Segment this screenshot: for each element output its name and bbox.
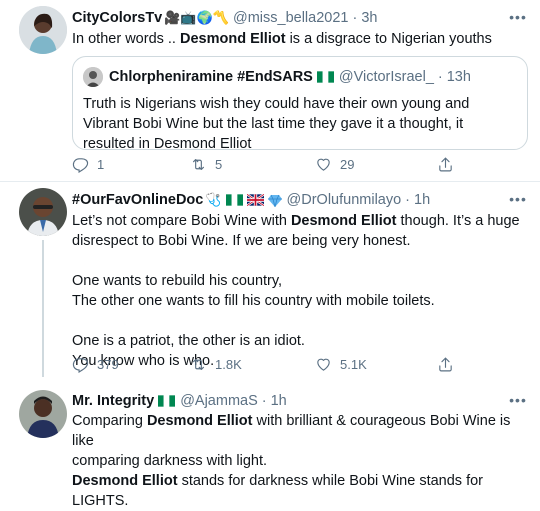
share-button[interactable] (437, 156, 462, 173)
diamond-icon (267, 194, 282, 207)
text-line: disrespect to Bobi Wine. If we are being… (72, 233, 411, 249)
tweet-header: CityColorsTv 🎥📺🌍〽️ @miss_bella2021 · 3h (72, 8, 377, 28)
share-icon (439, 157, 452, 172)
nigeria-flag-icon (225, 194, 243, 206)
like-button[interactable]: 29 (315, 156, 354, 173)
text-segment: though. It’s a huge (396, 213, 520, 229)
separator-dot: · (261, 393, 267, 409)
separator-dot: · (405, 192, 411, 208)
quote-handle: @VictorIsrael_ (338, 69, 434, 85)
user-handle[interactable]: @miss_bella2021 (233, 10, 348, 26)
tweet-text: In other words .. Desmond Elliot is a di… (72, 29, 527, 49)
like-count: 29 (340, 157, 355, 172)
reply-count: 379 (97, 357, 119, 372)
retweet-count: 1.8K (215, 357, 242, 372)
name-emojis: 🎥📺🌍〽️ (164, 10, 229, 25)
text-line: One wants to rebuild his country, (72, 273, 283, 289)
text-line: Let’s not compare Bobi Wine with Desmond… (72, 211, 527, 231)
avatar-image (19, 6, 67, 54)
quote-text: Truth is Nigerians wish they could have … (83, 96, 470, 152)
reply-button[interactable]: 379 (72, 356, 119, 373)
text-line: Desmond Elliot stands for darkness while… (72, 471, 527, 511)
retweet-icon (192, 358, 205, 371)
reply-icon (72, 358, 89, 373)
text-segment-bold: Desmond Elliot (180, 31, 286, 47)
text-segment: Comparing (72, 413, 147, 429)
text-line: The other one wants to fill his country … (72, 293, 435, 309)
avatar-image (19, 188, 67, 236)
like-count: 5.1K (340, 357, 367, 372)
tweet-actions: 1 5 29 (72, 156, 527, 174)
quoted-tweet[interactable]: Chlorpheniramine #EndSARS @VictorIsrael_… (72, 56, 528, 152)
text-segment: is a disgrace to Nigerian youths (285, 31, 492, 47)
display-name[interactable]: Mr. Integrity (72, 393, 154, 409)
tweet-1[interactable]: CityColorsTv 🎥📺🌍〽️ @miss_bella2021 · 3h … (0, 0, 540, 180)
like-button[interactable]: 5.1K (315, 356, 367, 373)
retweet-button[interactable]: 5 (190, 156, 222, 173)
uk-flag-icon (246, 194, 264, 206)
separator-dot: · (352, 10, 358, 26)
reply-count: 1 (97, 157, 105, 172)
text-line: Comparing Desmond Elliot with brilliant … (72, 411, 527, 451)
stethoscope-emoji: 🩺 (205, 192, 222, 207)
user-handle[interactable]: @AjammaS (180, 393, 258, 409)
like-icon (317, 158, 330, 171)
tweet-2[interactable]: #OurFavOnlineDoc 🩺 @DrOlufunmilayo · 1h … (0, 182, 540, 377)
timestamp[interactable]: 1h (414, 192, 430, 208)
separator-dot: · (437, 69, 443, 85)
text-line: comparing darkness with light. (72, 453, 268, 469)
text-segment-bold: Desmond Elliot (72, 473, 178, 489)
avatar-image (19, 390, 67, 438)
avatar-drolufunmilayo[interactable] (19, 188, 67, 236)
share-icon (439, 357, 452, 372)
reply-icon (72, 158, 89, 173)
tweet-text: Let’s not compare Bobi Wine with Desmond… (72, 211, 527, 371)
quote-avatar (83, 67, 103, 87)
more-options-icon[interactable]: ••• (508, 392, 528, 408)
like-icon (317, 358, 330, 371)
quote-timestamp: 13h (446, 69, 471, 85)
share-button[interactable] (437, 356, 462, 373)
retweet-button[interactable]: 1.8K (190, 356, 242, 373)
tweet-actions: 379 1.8K 5.1K (72, 356, 527, 374)
nigeria-flag-icon (316, 71, 334, 83)
tweet-header: Mr. Integrity @AjammaS · 1h (72, 391, 287, 411)
tweet-text: Comparing Desmond Elliot with brilliant … (72, 411, 527, 511)
display-name[interactable]: CityColorsTv (72, 10, 162, 26)
retweet-count: 5 (215, 157, 223, 172)
user-handle[interactable]: @DrOlufunmilayo (287, 192, 402, 208)
text-line: One is a patriot, the other is an idiot. (72, 333, 305, 349)
text-segment-bold: Desmond Elliot (146, 413, 253, 429)
text-segment: Let’s not compare Bobi Wine with (72, 213, 291, 229)
text-segment-bold: Desmond Elliot (290, 213, 397, 229)
more-options-icon[interactable]: ••• (508, 191, 528, 207)
quote-display-name: Chlorpheniramine #EndSARS (109, 69, 313, 85)
display-name[interactable]: #OurFavOnlineDoc (72, 192, 203, 208)
avatar-citycolorstv[interactable] (19, 6, 67, 54)
quote-header: Chlorpheniramine #EndSARS @VictorIsrael_… (83, 67, 471, 87)
thread-line (42, 240, 44, 377)
tweet-3[interactable]: Mr. Integrity @AjammaS · 1h ••• Comparin… (0, 384, 540, 509)
timestamp[interactable]: 3h (361, 10, 377, 26)
retweet-icon (192, 158, 205, 171)
text-segment: In other words .. (72, 31, 180, 47)
reply-button[interactable]: 1 (72, 156, 104, 173)
more-options-icon[interactable]: ••• (508, 9, 528, 25)
timestamp[interactable]: 1h (271, 393, 287, 409)
nigeria-flag-icon (158, 395, 176, 407)
avatar-ajammas[interactable] (19, 390, 67, 438)
tweet-header: #OurFavOnlineDoc 🩺 @DrOlufunmilayo · 1h (72, 190, 430, 210)
